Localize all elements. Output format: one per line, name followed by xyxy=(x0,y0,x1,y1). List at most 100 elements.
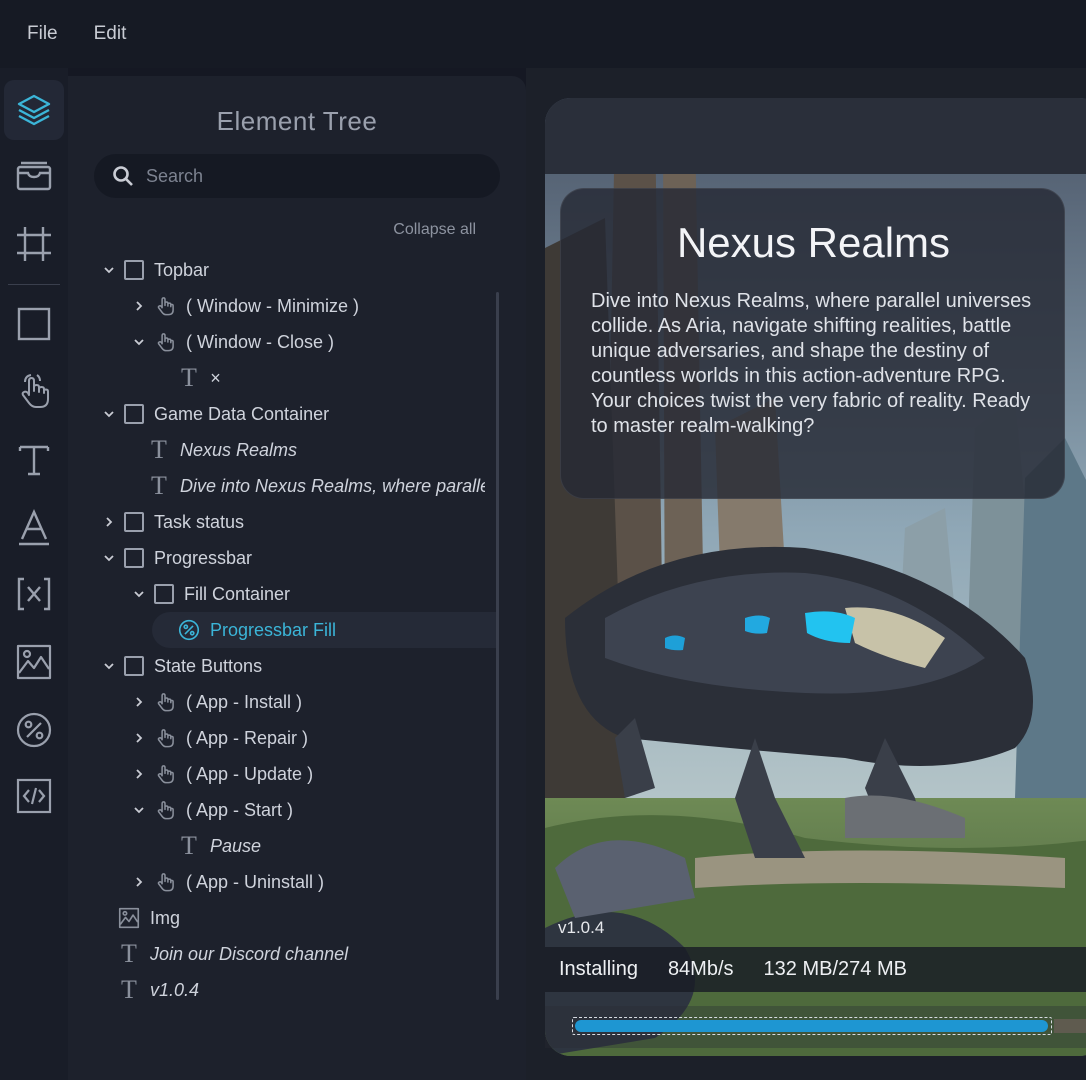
tree-item-app-update[interactable]: ( App - Update ) xyxy=(132,756,313,792)
text-icon: T xyxy=(121,975,137,1004)
tree-item-game-data-container[interactable]: Game Data Container xyxy=(102,396,329,432)
tree-item-task-status[interactable]: Task status xyxy=(102,504,244,540)
progressbar xyxy=(572,1017,1052,1035)
tree-item-label: ( Window - Minimize ) xyxy=(186,295,360,316)
tree-item-app-install[interactable]: ( App - Install ) xyxy=(132,684,302,720)
tree-item-window-minimize[interactable]: ( Window - Minimize ) xyxy=(132,288,359,324)
tree-item-app-repair[interactable]: ( App - Repair ) xyxy=(132,720,308,756)
tree-item-label: ( Window - Close ) xyxy=(186,331,335,352)
chevron-right-icon[interactable] xyxy=(132,767,146,781)
chevron-right-icon[interactable] xyxy=(132,731,146,745)
tree-item-label: ( App - Install ) xyxy=(186,691,303,712)
tree-item-topbar[interactable]: Topbar xyxy=(102,252,209,288)
tree-item-label: ( App - Repair ) xyxy=(186,727,309,748)
tree-item-app-start[interactable]: ( App - Start ) xyxy=(132,792,293,828)
element-tree-panel: Element Tree Collapse all Topbar ( Windo… xyxy=(68,76,526,1080)
chevron-down-icon[interactable] xyxy=(132,335,146,349)
text-tool-button[interactable] xyxy=(4,430,64,490)
chevron-down-icon[interactable] xyxy=(102,551,116,565)
chevron-right-icon[interactable] xyxy=(132,875,146,889)
pointer-hand-icon xyxy=(21,374,49,408)
tree-item-fill-container[interactable]: Fill Container xyxy=(132,576,290,612)
container-icon xyxy=(124,548,144,568)
tree-item-label: Img xyxy=(150,907,181,928)
tree-item-version-text[interactable]: T v1.0.4 xyxy=(118,972,199,1008)
progressbar-remaining xyxy=(1054,1019,1086,1033)
code-tool-button[interactable] xyxy=(4,766,64,826)
tree-item-progressbar[interactable]: Progressbar xyxy=(102,540,252,576)
archive-icon xyxy=(16,161,52,191)
chevron-down-icon[interactable] xyxy=(102,659,116,673)
game-info-box: Nexus Realms Dive into Nexus Realms, whe… xyxy=(560,188,1065,499)
frame-icon xyxy=(17,227,51,261)
tree-item-pause-text[interactable]: T Pause xyxy=(178,828,261,864)
tree-item-label: × xyxy=(210,367,221,388)
percent-tool-button[interactable] xyxy=(4,700,64,760)
tree-scrollbar[interactable] xyxy=(496,292,499,1000)
container-icon xyxy=(124,260,144,280)
tree-item-state-buttons[interactable]: State Buttons xyxy=(102,648,262,684)
collapse-all-button[interactable]: Collapse all xyxy=(393,221,476,239)
variable-tool-button[interactable] xyxy=(4,564,64,624)
tree-item-window-close[interactable]: ( Window - Close ) xyxy=(132,324,334,360)
pointer-hand-icon xyxy=(154,870,176,894)
search-input[interactable] xyxy=(146,165,466,187)
download-speed: 84Mb/s xyxy=(667,958,734,980)
chevron-right-icon[interactable] xyxy=(132,695,146,709)
search-icon xyxy=(112,165,134,187)
chevron-right-icon[interactable] xyxy=(102,515,116,529)
tree-item-close-text[interactable]: T × xyxy=(178,360,221,396)
menu-file[interactable]: File xyxy=(27,23,58,45)
tree-item-app-uninstall[interactable]: ( App - Uninstall ) xyxy=(132,864,324,900)
text-icon: T xyxy=(151,435,167,464)
search-box[interactable] xyxy=(94,154,500,198)
tree-item-label: Progressbar Fill xyxy=(210,619,337,640)
pointer-hand-icon xyxy=(154,798,176,822)
container-icon xyxy=(124,656,144,676)
chevron-right-icon[interactable] xyxy=(132,299,146,313)
tree-item-label: Fill Container xyxy=(184,583,291,604)
tree-item-label: v1.0.4 xyxy=(150,979,200,1000)
text-icon: T xyxy=(151,471,167,500)
image-icon xyxy=(118,906,140,930)
text-icon: T xyxy=(121,939,137,968)
task-status-bar: Installing 84Mb/s 132 MB/274 MB xyxy=(545,947,1086,992)
chevron-down-icon[interactable] xyxy=(132,803,146,817)
chevron-down-icon[interactable] xyxy=(132,587,146,601)
download-size: 132 MB/274 MB xyxy=(763,958,907,980)
progressbar-fill[interactable] xyxy=(575,1020,1048,1032)
layers-icon xyxy=(17,94,51,126)
tree-item-progressbar-fill[interactable]: Progressbar Fill xyxy=(152,612,498,648)
frame-tool-button[interactable] xyxy=(4,214,64,274)
game-description: Dive into Nexus Realms, where parallel u… xyxy=(591,290,1032,437)
layers-tool-button[interactable] xyxy=(4,80,64,140)
tree-item-label: Progressbar xyxy=(154,547,253,568)
menu-edit[interactable]: Edit xyxy=(94,23,127,45)
chevron-down-icon[interactable] xyxy=(102,407,116,421)
container-icon xyxy=(154,584,174,604)
tree-item-title-text[interactable]: T Nexus Realms xyxy=(148,432,297,468)
tree-item-label: Dive into Nexus Realms, where parallel xyxy=(180,475,485,496)
pointer-hand-icon xyxy=(154,762,176,786)
pointer-hand-icon xyxy=(154,294,176,318)
tree-item-img[interactable]: Img xyxy=(118,900,180,936)
interactive-tool-button[interactable] xyxy=(4,362,64,422)
container-tool-button[interactable] xyxy=(4,146,64,206)
tree-item-label: State Buttons xyxy=(154,655,263,676)
image-tool-button[interactable] xyxy=(4,632,64,692)
pointer-hand-icon xyxy=(154,726,176,750)
menu-bar: File Edit xyxy=(0,0,1086,68)
tree-item-label: Topbar xyxy=(154,259,210,280)
game-title: Nexus Realms xyxy=(676,219,951,266)
tree-item-description-text[interactable]: T Dive into Nexus Realms, where parallel xyxy=(148,468,485,504)
font-icon xyxy=(19,509,49,546)
rectangle-tool-button[interactable] xyxy=(4,294,64,354)
panel-title: Element Tree xyxy=(216,106,378,136)
font-tool-button[interactable] xyxy=(4,498,64,558)
chevron-down-icon[interactable] xyxy=(102,263,116,277)
toolbar-divider xyxy=(8,284,60,285)
tree-item-discord-text[interactable]: T Join our Discord channel xyxy=(118,936,348,972)
text-icon: T xyxy=(181,363,197,392)
container-icon xyxy=(124,512,144,532)
code-icon xyxy=(16,778,52,814)
